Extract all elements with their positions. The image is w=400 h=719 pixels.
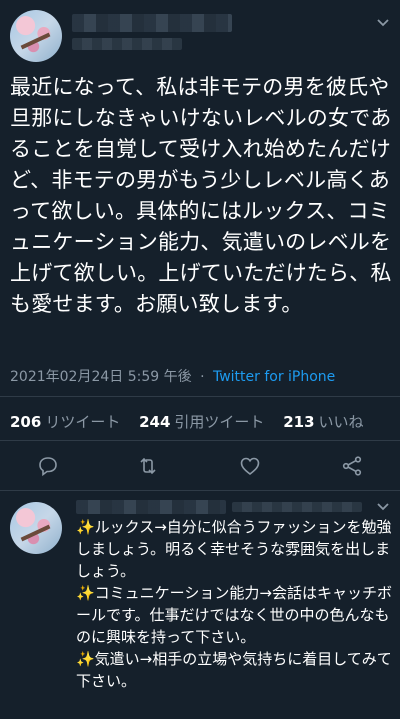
retweets-label: リツイート [45,413,121,431]
quotes-label: 引用ツイート [174,413,265,431]
retweets-count: 206 [10,413,42,431]
share-icon[interactable] [340,454,364,478]
reply-display-name-redacted[interactable] [76,500,226,514]
reply-text: ✨ルックス→自分に似合うファッションを勉強しましょう。明るく幸せそうな雰囲気を出… [76,518,392,690]
avatar[interactable] [10,10,62,62]
heart-icon[interactable] [238,454,262,478]
tweet-client-link[interactable]: Twitter for iPhone [213,369,335,385]
chevron-down-icon[interactable] [376,500,390,514]
chevron-down-icon[interactable] [376,16,390,30]
tweet-actions [0,454,400,480]
tweet-meta: 2021年02月24日 5:59 午後 · Twitter for iPhone [10,366,335,386]
tweet-stats: 206 リツイート 244 引用ツイート 213 いいね [10,411,378,432]
likes-count: 213 [283,413,315,431]
retweets-stat[interactable]: 206 リツイート [10,413,120,431]
reply-username-redacted[interactable] [232,502,362,512]
reply-icon[interactable] [36,454,60,478]
likes-stat[interactable]: 213 いいね [283,413,363,431]
display-name-redacted[interactable] [72,14,232,32]
divider [0,490,400,491]
retweet-icon[interactable] [136,454,160,478]
divider [0,440,400,441]
tweet-text: 最近になって、私は非モテの男を彼氏や旦那にしなきゃいけないレベルの女であることを… [10,75,392,316]
tweet-timestamp[interactable]: 2021年02月24日 5:59 午後 [10,369,192,385]
divider [0,396,400,397]
quotes-stat[interactable]: 244 引用ツイート [139,413,264,431]
username-redacted[interactable] [72,38,182,50]
likes-label: いいね [318,413,364,431]
quotes-count: 244 [139,413,171,431]
reply-avatar[interactable] [10,502,62,554]
meta-separator: · [200,369,205,385]
